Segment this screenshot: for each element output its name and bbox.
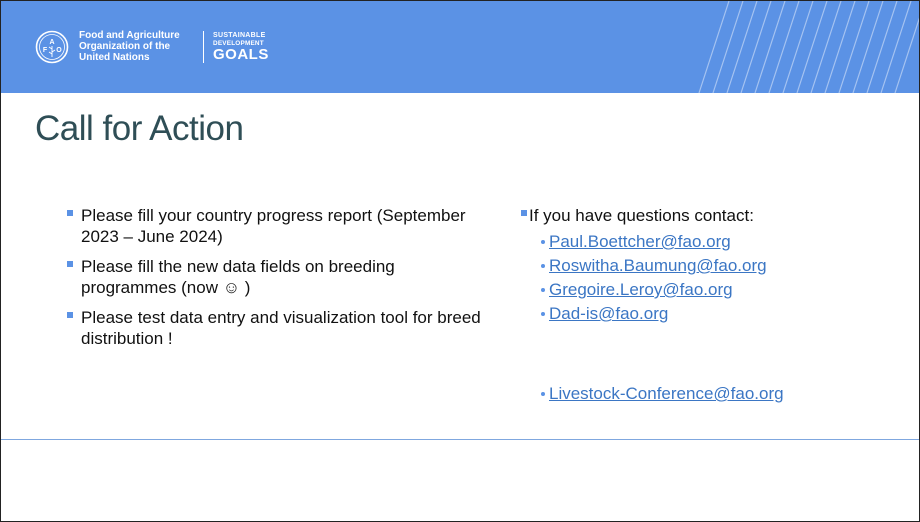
svg-text:A: A <box>49 39 54 46</box>
contact-heading: If you have questions contact: <box>521 205 911 226</box>
slide: A F O Food and Agriculture Organization … <box>0 0 920 522</box>
dot-bullet-icon <box>541 288 545 292</box>
dot-bullet-icon <box>541 264 545 268</box>
org-line: Organization of the <box>79 41 171 52</box>
contact-item: Livestock-Conference@fao.org <box>541 382 911 406</box>
list-item-text: Please fill the new data fields on breed… <box>81 257 395 297</box>
square-bullet-icon <box>521 210 527 216</box>
contact-item: Gregoire.Leroy@fao.org <box>541 278 911 302</box>
square-bullet-icon <box>67 312 73 318</box>
action-list: Please fill your country progress report… <box>67 205 487 358</box>
dot-bullet-icon <box>541 240 545 244</box>
square-bullet-icon <box>67 210 73 216</box>
svg-text:O: O <box>56 47 62 54</box>
contact-link-gregoire[interactable]: Gregoire.Leroy@fao.org <box>549 280 733 299</box>
list-item-text: Please fill your country progress report… <box>81 206 466 246</box>
list-item: Please fill the new data fields on breed… <box>67 256 487 298</box>
organization-name: Food and Agriculture Organization of the… <box>79 30 180 63</box>
svg-text:F: F <box>43 47 48 54</box>
contact-item: Paul.Boettcher@fao.org <box>541 230 911 254</box>
sdg-line-1: SUSTAINABLE <box>213 32 266 39</box>
contact-section: If you have questions contact: Paul.Boet… <box>521 205 911 406</box>
footer-divider <box>1 439 919 440</box>
list-item-text: Please test data entry and visualization… <box>81 308 481 348</box>
dot-bullet-icon <box>541 392 545 396</box>
contact-heading-text: If you have questions contact: <box>529 206 754 225</box>
contact-list: Paul.Boettcher@fao.org Roswitha.Baumung@… <box>521 230 911 406</box>
contact-link-livestock-conference[interactable]: Livestock-Conference@fao.org <box>549 384 784 403</box>
contact-link-roswitha[interactable]: Roswitha.Baumung@fao.org <box>549 256 767 275</box>
org-line: United Nations <box>79 52 150 63</box>
list-item: Please fill your country progress report… <box>67 205 487 247</box>
decorative-stripes <box>698 1 919 93</box>
list-item: Please test data entry and visualization… <box>67 307 487 349</box>
header-bar: A F O Food and Agriculture Organization … <box>1 1 919 93</box>
org-line: Food and Agriculture <box>79 30 180 41</box>
contact-item: Dad-is@fao.org <box>541 302 911 326</box>
contact-link-paul[interactable]: Paul.Boettcher@fao.org <box>549 232 731 251</box>
dot-bullet-icon <box>541 312 545 316</box>
slide-title: Call for Action <box>35 109 244 148</box>
fao-emblem-icon: A F O <box>35 30 69 64</box>
sdg-logo: SUSTAINABLE DEVELOPMENT GOALS <box>213 32 269 63</box>
header-divider <box>203 31 204 63</box>
square-bullet-icon <box>67 261 73 267</box>
contact-link-dadis[interactable]: Dad-is@fao.org <box>549 304 668 323</box>
contact-item: Roswitha.Baumung@fao.org <box>541 254 911 278</box>
sdg-line-3: GOALS <box>213 46 269 63</box>
